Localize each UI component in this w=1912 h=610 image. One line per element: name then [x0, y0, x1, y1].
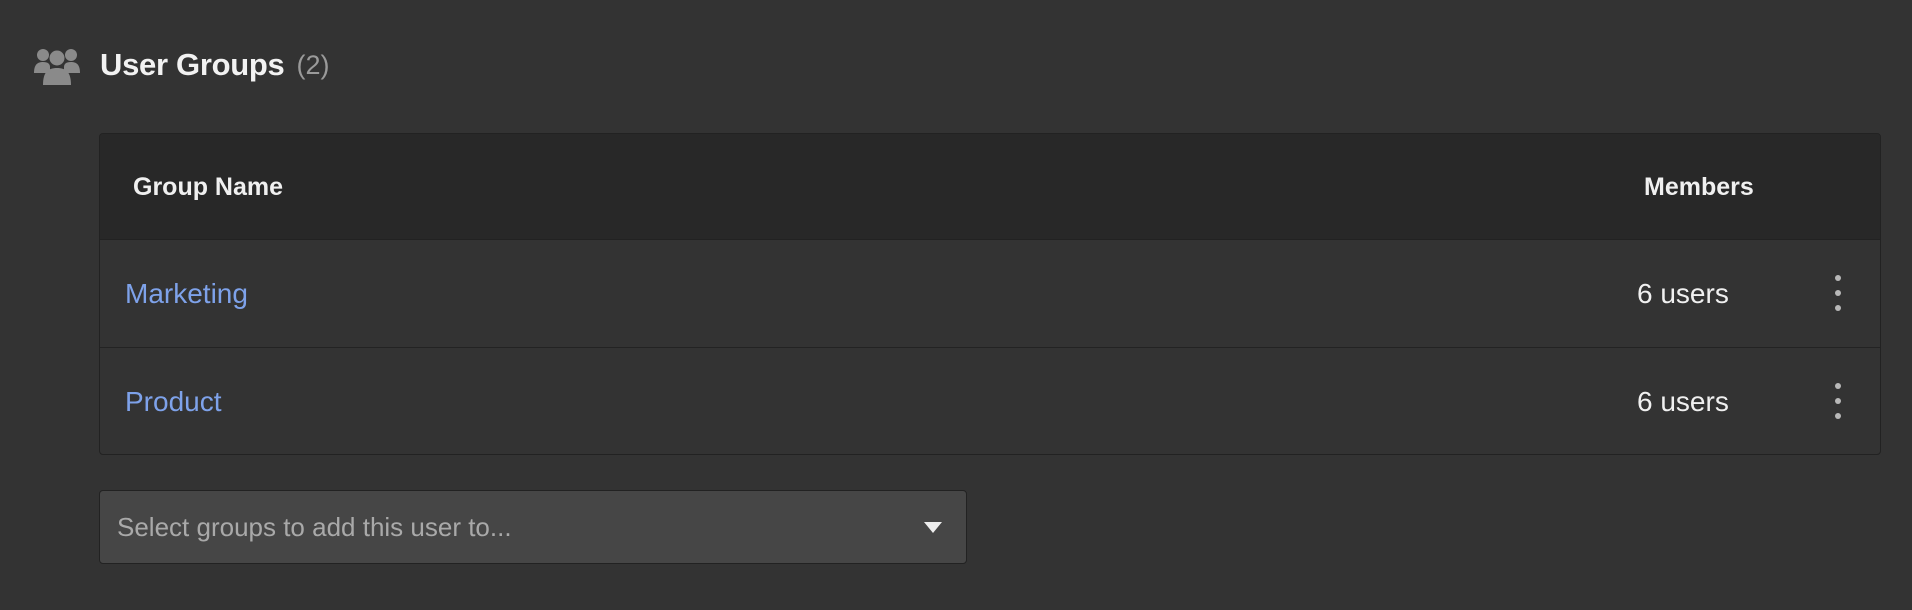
users-group-icon — [34, 45, 80, 85]
section-title: User Groups — [100, 47, 285, 82]
table-row: Marketing 6 users — [100, 240, 1880, 347]
group-count: (2) — [296, 49, 330, 80]
column-header-members[interactable]: Members — [1644, 134, 1754, 240]
more-options-icon[interactable] — [1828, 275, 1848, 311]
member-count: 6 users — [1637, 386, 1729, 417]
table-header: Group Name Members — [100, 134, 1880, 240]
member-count: 6 users — [1637, 278, 1729, 309]
table-row: Product 6 users — [100, 347, 1880, 454]
user-groups-header: User Groups (2) — [34, 40, 329, 90]
user-groups-table: Group Name Members Marketing 6 users Pro… — [99, 133, 1881, 455]
group-link-product[interactable]: Product — [125, 348, 222, 454]
add-group-select[interactable]: Select groups to add this user to... — [99, 490, 967, 564]
caret-down-icon — [924, 522, 942, 533]
select-placeholder: Select groups to add this user to... — [117, 512, 512, 542]
group-link-marketing[interactable]: Marketing — [125, 240, 248, 347]
column-header-group-name[interactable]: Group Name — [133, 134, 283, 240]
more-options-icon[interactable] — [1828, 383, 1848, 419]
